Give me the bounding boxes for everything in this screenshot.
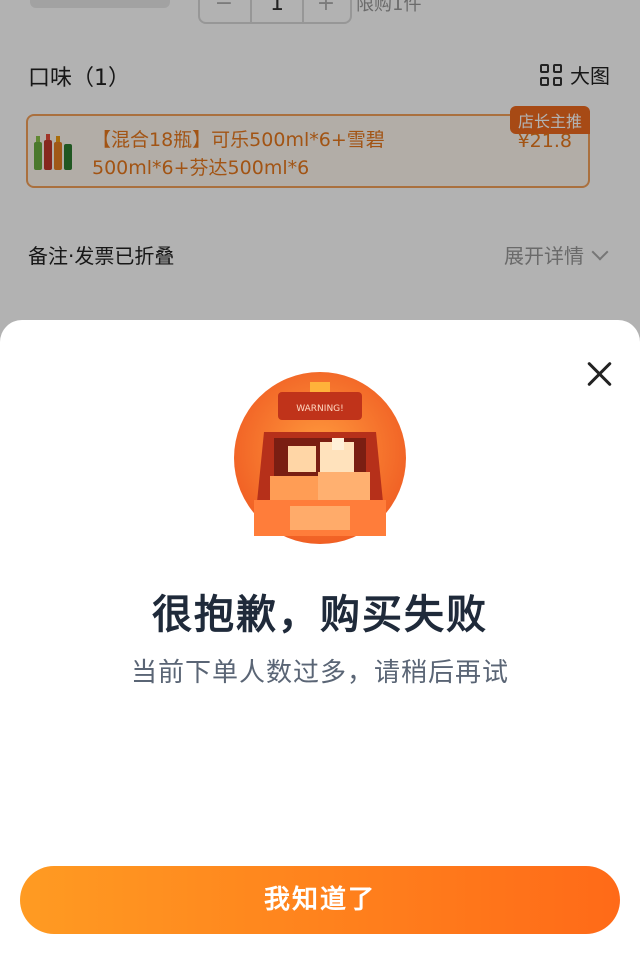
dialog-message: 当前下单人数过多，请稍后再试 bbox=[130, 658, 509, 688]
dialog-title: 很抱歉，购买失败 bbox=[152, 592, 488, 638]
warning-truck-illustration: WARNING! bbox=[234, 372, 406, 544]
confirm-button[interactable]: 我知道了 bbox=[20, 866, 620, 934]
purchase-failed-dialog: WARNING! 很抱歉，购买失败 当前下单人数过多，请稍后再试 我知道了 bbox=[0, 320, 640, 960]
close-icon[interactable] bbox=[586, 360, 612, 386]
warning-sign-text: WARNING! bbox=[296, 404, 344, 414]
